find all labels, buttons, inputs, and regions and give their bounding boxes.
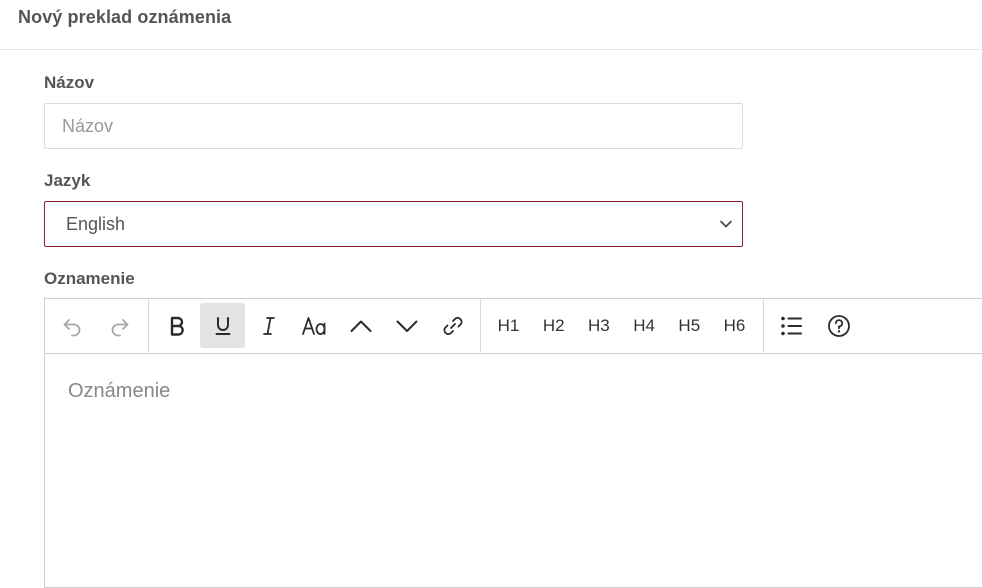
dialog-header: Nový preklad oznámenia — [0, 0, 982, 50]
heading-label: H4 — [633, 315, 655, 335]
bullet-list-icon — [780, 316, 802, 335]
name-input-placeholder: Názov — [62, 116, 114, 136]
language-select[interactable]: English — [44, 201, 743, 247]
rich-text-editor: H1 H2 H3 H4 H5 H6 Oznámenie — [44, 298, 982, 588]
toolbar-divider — [763, 299, 764, 352]
language-select-value: English — [66, 214, 126, 234]
italic-icon — [262, 316, 275, 335]
undo-icon — [63, 318, 80, 336]
heading-h1-button[interactable]: H1 — [486, 303, 531, 348]
text-case-icon — [301, 316, 325, 335]
bold-button[interactable] — [154, 303, 199, 348]
redo-icon — [111, 318, 128, 336]
text-case-button[interactable] — [292, 303, 337, 348]
editor-toolbar: H1 H2 H3 H4 H5 H6 — [45, 299, 982, 354]
toolbar-divider — [148, 299, 149, 352]
undo-button[interactable] — [49, 303, 94, 348]
heading-label: H5 — [678, 315, 701, 335]
link-button[interactable] — [430, 303, 475, 348]
help-icon — [827, 314, 850, 337]
move-down-button[interactable] — [384, 303, 429, 348]
redo-button[interactable] — [97, 303, 142, 348]
underline-icon — [215, 316, 230, 335]
toolbar-divider — [480, 299, 481, 352]
announcement-label: Oznamenie — [44, 269, 135, 288]
italic-button[interactable] — [246, 303, 291, 348]
heading-h6-button[interactable]: H6 — [712, 303, 757, 348]
help-button[interactable] — [816, 303, 861, 348]
name-input[interactable]: Názov — [44, 103, 743, 149]
dialog-title: Nový preklad oznámenia — [18, 7, 232, 27]
move-up-button[interactable] — [338, 303, 383, 348]
link-icon — [443, 316, 462, 335]
heading-h4-button[interactable]: H4 — [622, 303, 667, 348]
name-label: Názov — [44, 73, 95, 92]
heading-label: H6 — [723, 315, 746, 335]
bold-icon — [170, 316, 184, 336]
heading-h2-button[interactable]: H2 — [531, 303, 576, 348]
heading-label: H1 — [497, 315, 520, 335]
editor-content-placeholder: Oznámenie — [68, 380, 171, 402]
underline-button[interactable] — [200, 303, 245, 348]
heading-label: H2 — [542, 315, 565, 335]
chevron-down-icon — [396, 320, 417, 332]
heading-h3-button[interactable]: H3 — [576, 303, 621, 348]
heading-h5-button[interactable]: H5 — [667, 303, 712, 348]
chevron-down-icon — [720, 220, 732, 228]
bullet-list-button[interactable] — [769, 303, 814, 348]
language-label: Jazyk — [44, 171, 91, 190]
heading-label: H3 — [588, 315, 610, 335]
chevron-up-icon — [350, 320, 371, 332]
